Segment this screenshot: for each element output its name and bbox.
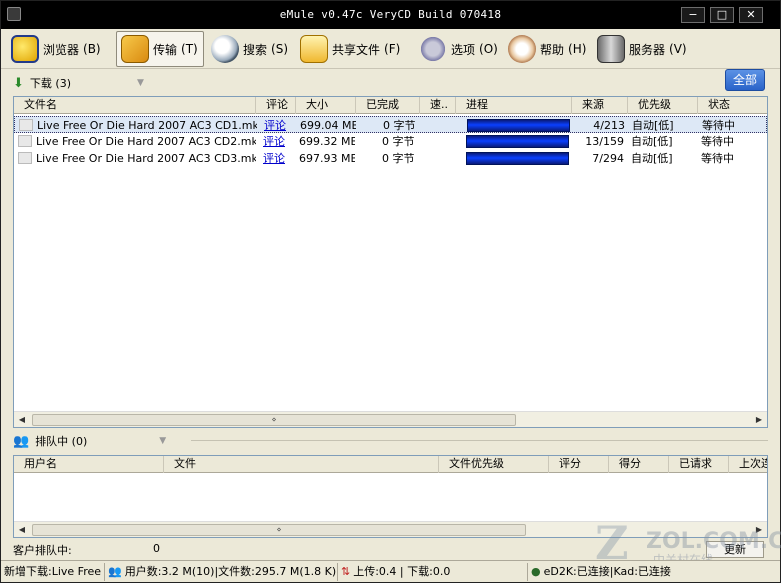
zol-logo: Z	[595, 516, 629, 570]
download-row[interactable]: Live Free Or Die Hard 2007 AC3 CD2.mkv 评…	[14, 133, 767, 150]
col-comment[interactable]: 评论	[256, 97, 296, 114]
progress-bar	[466, 135, 569, 148]
col-size[interactable]: 大小	[296, 97, 356, 114]
scroll-right-icon[interactable]: ▶	[753, 414, 765, 425]
downloads-title: 下载 (3)	[29, 77, 71, 90]
main-toolbar: 浏览器 (B) 传输 (T) 搜索 (S) 共享文件 (F) 选项 (O) 帮助 (H) 服…	[1, 29, 780, 69]
col-priority[interactable]: 优先级	[628, 97, 698, 114]
col-last-seen[interactable]: 上次连	[729, 456, 767, 473]
status-users: 👥 用户数:3.2 M(10)|文件数:295.7 M(1.8 K)	[105, 562, 338, 581]
show-all-button[interactable]: 全部	[725, 69, 765, 91]
chevron-down-icon[interactable]: ▼	[159, 436, 166, 446]
toolbar-servers-button[interactable]: 服务器 (V)	[593, 31, 691, 67]
col-rating[interactable]: 评分	[549, 456, 609, 473]
status-bar: 新增下载:Live Free 👥 用户数:3.2 M(10)|文件数:295.7…	[1, 560, 780, 582]
toolbar-help-button[interactable]: 帮助 (H)	[504, 31, 590, 67]
col-status[interactable]: 状态	[698, 97, 767, 114]
help-icon	[508, 35, 536, 63]
users-icon: 👥	[13, 433, 30, 449]
queue-info-label: 客户排队中:	[13, 544, 72, 557]
server-icon	[597, 35, 625, 63]
transfer-box-icon	[121, 35, 149, 63]
queue-title: 排队中 (0)	[35, 435, 88, 448]
chevron-down-icon[interactable]: ▼	[137, 78, 144, 88]
status-new-download: 新增下载:Live Free	[1, 562, 105, 581]
gears-icon	[419, 35, 447, 63]
download-row[interactable]: Live Free Or Die Hard 2007 AC3 CD3.mkv 评…	[14, 150, 767, 167]
maximize-button[interactable]: □	[710, 7, 734, 23]
toolbar-transfer-button[interactable]: 传输 (T)	[116, 31, 204, 67]
shared-files-icon	[300, 35, 328, 63]
col-completed[interactable]: 已完成	[356, 97, 420, 114]
queue-header[interactable]: 👥 排队中 (0) ▼	[13, 432, 166, 450]
comment-link[interactable]: 评论	[264, 118, 296, 133]
col-username[interactable]: 用户名	[14, 456, 164, 473]
col-file[interactable]: 文件	[164, 456, 439, 473]
search-magnifier-icon	[211, 35, 239, 63]
users-icon: 👥	[108, 564, 122, 578]
close-button[interactable]: ✕	[739, 7, 763, 23]
downloads-horizontal-scrollbar[interactable]: ◀ ⋄ ▶	[14, 411, 767, 427]
minimize-button[interactable]: −	[681, 7, 705, 23]
scroll-left-icon[interactable]: ◀	[16, 524, 28, 535]
queue-column-header: 用户名 文件 文件优先级 评分 得分 已请求 上次连	[14, 456, 767, 473]
toolbar-shared-files-button[interactable]: 共享文件 (F)	[296, 31, 404, 67]
col-progress[interactable]: 进程	[456, 97, 572, 114]
window-title: eMule v0.47c VeryCD Build 070418	[279, 8, 502, 21]
scroll-left-icon[interactable]: ◀	[16, 414, 28, 425]
col-file-priority[interactable]: 文件优先级	[439, 456, 549, 473]
col-filename[interactable]: 文件名	[14, 97, 256, 114]
download-arrow-icon: ⬇	[13, 75, 24, 91]
progress-bar	[466, 152, 569, 165]
file-icon	[18, 135, 32, 147]
comment-link[interactable]: 评论	[263, 134, 295, 149]
comment-link[interactable]: 评论	[263, 151, 295, 166]
downloads-column-header: 文件名 评论 大小 已完成 速.. 进程 来源 优先级 状态	[14, 97, 767, 114]
file-icon	[19, 119, 33, 131]
toolbar-connect-button[interactable]: 浏览器 (B)	[7, 31, 105, 67]
col-score[interactable]: 得分	[609, 456, 669, 473]
col-sources[interactable]: 来源	[572, 97, 628, 114]
progress-bar	[467, 119, 570, 132]
col-requested[interactable]: 已请求	[669, 456, 729, 473]
emule-window: eMule v0.47c VeryCD Build 070418 − □ ✕ 浏…	[0, 0, 781, 583]
col-speed[interactable]: 速..	[420, 97, 456, 114]
status-network: ● eD2K:已连接|Kad:已连接	[528, 563, 678, 581]
up-down-arrows-icon: ⇅	[341, 564, 351, 578]
toolbar-search-button[interactable]: 搜索 (S)	[207, 31, 292, 67]
file-icon	[18, 152, 32, 164]
scroll-thumb[interactable]: ⋄	[32, 524, 526, 536]
queue-list: 用户名 文件 文件优先级 评分 得分 已请求 上次连 ◀ ⋄ ▶	[13, 455, 768, 538]
divider	[191, 440, 768, 441]
title-bar: eMule v0.47c VeryCD Build 070418 − □ ✕	[1, 1, 780, 29]
status-transfer: ⇅ 上传:0.4 | 下载:0.0	[338, 562, 528, 581]
downloads-list: 文件名 评论 大小 已完成 速.. 进程 来源 优先级 状态 Live Free…	[13, 96, 768, 428]
download-row[interactable]: Live Free Or Die Hard 2007 AC3 CD1.mkv 评…	[14, 116, 767, 133]
downloads-header[interactable]: ⬇ 下载 (3) ▼	[13, 74, 144, 92]
network-globe-icon	[11, 35, 39, 63]
toolbar-options-button[interactable]: 选项 (O)	[415, 31, 502, 67]
queue-count: 0	[153, 542, 160, 555]
scroll-thumb[interactable]: ⋄	[32, 414, 516, 426]
network-globe-icon: ●	[531, 564, 541, 578]
